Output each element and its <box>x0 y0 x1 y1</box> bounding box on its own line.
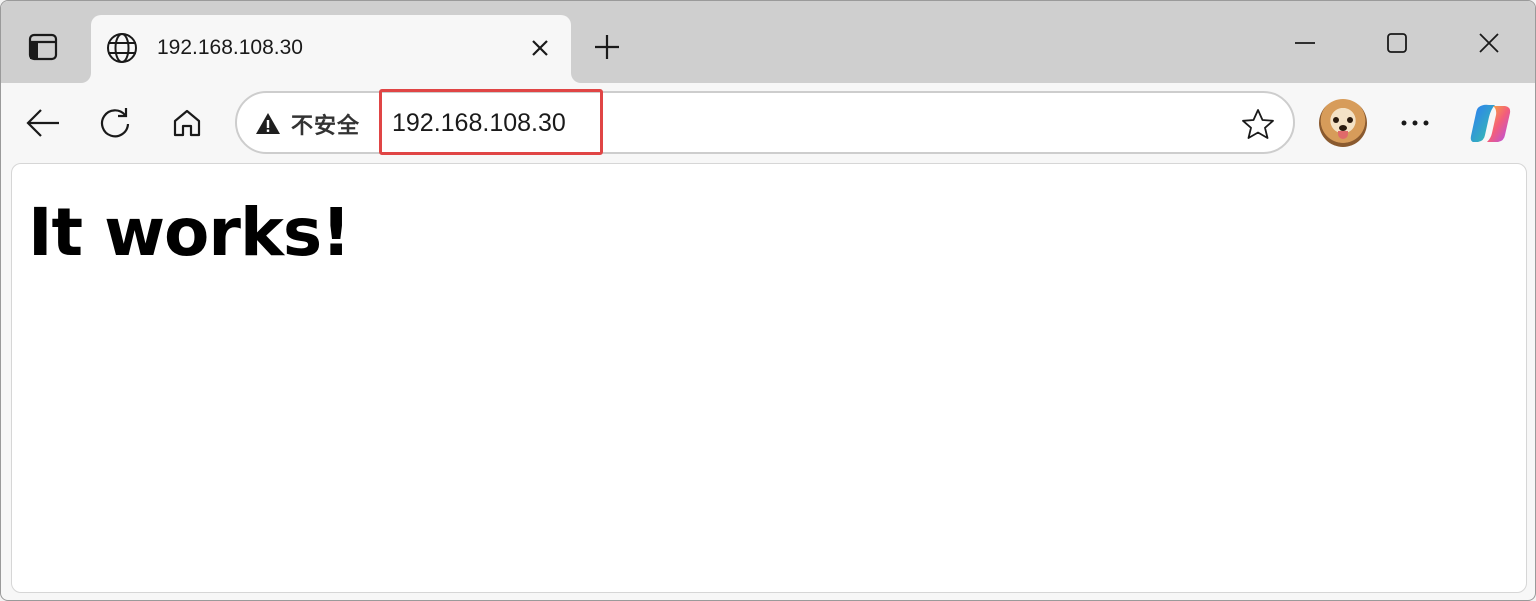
page-content: It works! <box>11 163 1527 593</box>
sidebar-toggle-icon[interactable] <box>23 29 63 65</box>
plus-icon[interactable] <box>589 29 625 65</box>
globe-icon <box>105 31 139 65</box>
back-arrow-icon[interactable] <box>23 103 63 143</box>
close-icon[interactable] <box>527 35 553 61</box>
url-field[interactable]: 192.168.108.30 <box>392 109 566 138</box>
security-label: 不安全 <box>291 113 361 138</box>
tab-active[interactable]: 192.168.108.30 <box>91 15 571 83</box>
tab-title: 192.168.108.30 <box>157 36 303 59</box>
maximize-icon[interactable] <box>1373 23 1421 63</box>
toolbar: 不安全 192.168.108.30 <box>1 83 1535 163</box>
address-bar[interactable]: 不安全 192.168.108.30 <box>235 89 1295 155</box>
more-icon[interactable] <box>1395 103 1435 143</box>
warning-icon <box>255 112 281 136</box>
minimize-icon[interactable] <box>1281 23 1329 63</box>
close-window-icon[interactable] <box>1465 23 1513 63</box>
browser-window: 192.168.108.30 不安全 192.168.108.30 It wor… <box>0 0 1536 601</box>
avatar[interactable] <box>1319 99 1367 147</box>
tab-strip: 192.168.108.30 <box>1 1 1535 83</box>
star-icon[interactable] <box>1241 107 1275 141</box>
page-heading: It works! <box>28 194 351 271</box>
copilot-icon[interactable] <box>1467 101 1515 147</box>
home-icon[interactable] <box>167 103 207 143</box>
refresh-icon[interactable] <box>95 103 135 143</box>
security-indicator[interactable]: 不安全 <box>255 110 360 138</box>
